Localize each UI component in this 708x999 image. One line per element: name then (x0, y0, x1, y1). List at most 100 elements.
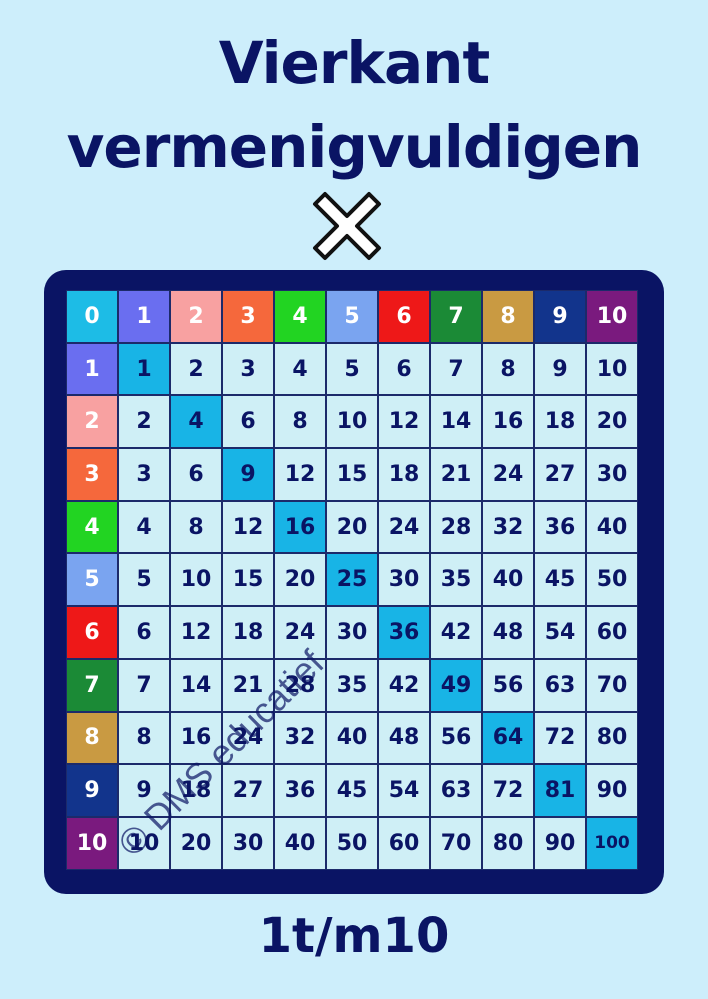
product-cell: 6 (118, 606, 170, 659)
product-cell: 12 (222, 500, 274, 554)
product-cell: 60 (378, 816, 430, 870)
column-header-cell: 5 (326, 290, 378, 343)
column-header-cell: 1 (118, 290, 170, 343)
square-product-cell: 81 (534, 764, 586, 817)
product-cell: 45 (326, 764, 378, 817)
row-header-cell: 1 (66, 342, 118, 396)
square-product-cell: 16 (274, 500, 326, 554)
range-label: 1t/m10 (258, 908, 450, 964)
column-header-cell: 3 (222, 290, 274, 343)
product-cell: 40 (586, 500, 638, 554)
product-cell: 6 (170, 448, 222, 501)
multiply-x-icon (313, 192, 381, 260)
product-cell: 4 (274, 342, 326, 396)
column-header-cell: 7 (430, 290, 482, 343)
product-cell: 15 (222, 553, 274, 607)
product-cell: 10 (170, 553, 222, 607)
row-header-cell: 9 (66, 764, 118, 817)
product-cell: 20 (326, 500, 378, 554)
product-cell: 7 (430, 342, 482, 396)
product-cell: 20 (586, 395, 638, 449)
product-cell: 4 (118, 500, 170, 554)
row-header-cell: 10 (66, 816, 118, 870)
row-header-cell: 5 (66, 553, 118, 607)
product-cell: 56 (430, 711, 482, 765)
product-cell: 45 (534, 553, 586, 607)
product-cell: 7 (118, 658, 170, 712)
product-cell: 70 (586, 658, 638, 712)
row-header-cell: 4 (66, 500, 118, 554)
column-header-cell: 9 (534, 290, 586, 343)
product-cell: 80 (586, 711, 638, 765)
product-cell: 21 (430, 448, 482, 501)
product-cell: 8 (482, 342, 534, 396)
row-header-cell: 7 (66, 658, 118, 712)
product-cell: 14 (170, 658, 222, 712)
row-header-cell: 2 (66, 395, 118, 449)
column-header-cell: 4 (274, 290, 326, 343)
column-header-cell: 2 (170, 290, 222, 343)
product-cell: 35 (430, 553, 482, 607)
square-product-cell: 36 (378, 606, 430, 659)
product-cell: 90 (534, 816, 586, 870)
multiplication-board: 0 1 2 3 4 5 6 7 8 9 10 1 1 2 3 4 5 6 7 8 9 10 2 2 4 6 8 10 12 14 16 18 2… (44, 270, 664, 894)
square-product-cell: 4 (170, 395, 222, 449)
product-cell: 28 (430, 500, 482, 554)
product-cell: 40 (326, 711, 378, 765)
product-cell: 40 (482, 553, 534, 607)
column-header-cell: 8 (482, 290, 534, 343)
product-cell: 8 (274, 395, 326, 449)
product-cell: 63 (534, 658, 586, 712)
product-cell: 72 (534, 711, 586, 765)
product-cell: 48 (378, 711, 430, 765)
product-cell: 54 (534, 606, 586, 659)
product-cell: 10 (326, 395, 378, 449)
product-cell: 54 (378, 764, 430, 817)
product-cell: 70 (430, 816, 482, 870)
product-cell: 5 (118, 553, 170, 607)
product-cell: 48 (482, 606, 534, 659)
product-cell: 60 (586, 606, 638, 659)
product-cell: 8 (170, 500, 222, 554)
product-cell: 3 (222, 342, 274, 396)
square-product-cell: 1 (118, 342, 170, 396)
multiplication-table: 0 1 2 3 4 5 6 7 8 9 10 1 1 2 3 4 5 6 7 8 9 10 2 2 4 6 8 10 12 14 16 18 2… (66, 290, 638, 870)
product-cell: 63 (430, 764, 482, 817)
product-cell: 2 (118, 395, 170, 449)
product-cell: 80 (482, 816, 534, 870)
product-cell: 6 (222, 395, 274, 449)
corner-header-cell: 0 (66, 290, 118, 343)
column-header-cell: 6 (378, 290, 430, 343)
product-cell: 20 (274, 553, 326, 607)
product-cell: 15 (326, 448, 378, 501)
product-cell: 3 (118, 448, 170, 501)
column-header-cell: 10 (586, 290, 638, 343)
product-cell: 24 (482, 448, 534, 501)
product-cell: 90 (586, 764, 638, 817)
product-cell: 6 (378, 342, 430, 396)
product-cell: 40 (274, 816, 326, 870)
product-cell: 36 (274, 764, 326, 817)
product-cell: 32 (482, 500, 534, 554)
product-cell: 18 (222, 606, 274, 659)
product-cell: 56 (482, 658, 534, 712)
title-line-2: vermenigvuldigen (66, 113, 643, 181)
square-product-cell: 49 (430, 658, 482, 712)
product-cell: 12 (274, 448, 326, 501)
product-cell: 14 (430, 395, 482, 449)
row-header-cell: 8 (66, 711, 118, 765)
product-cell: 36 (534, 500, 586, 554)
product-cell: 42 (378, 658, 430, 712)
square-product-cell: 25 (326, 553, 378, 607)
product-cell: 5 (326, 342, 378, 396)
square-product-cell: 64 (482, 711, 534, 765)
product-cell: 30 (222, 816, 274, 870)
product-cell: 30 (378, 553, 430, 607)
title-line-1: Vierkant (218, 29, 490, 97)
product-cell: 27 (534, 448, 586, 501)
square-product-cell: 100 (586, 816, 638, 870)
product-cell: 12 (378, 395, 430, 449)
product-cell: 72 (482, 764, 534, 817)
product-cell: 2 (170, 342, 222, 396)
product-cell: 8 (118, 711, 170, 765)
